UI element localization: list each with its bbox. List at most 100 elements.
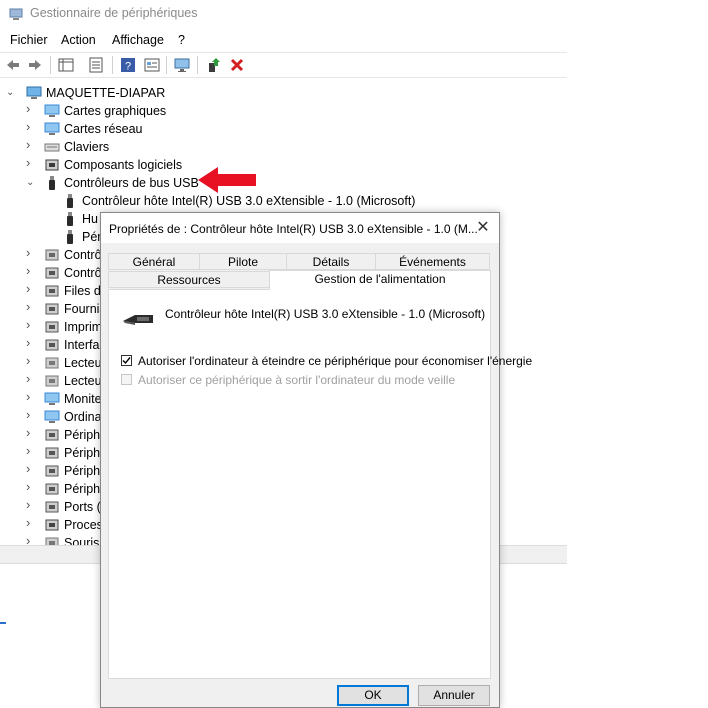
storage-controller-icon: [45, 267, 59, 279]
tree-item-label: Contrô: [64, 266, 102, 280]
help-icon[interactable]: ?: [120, 57, 136, 73]
menu-fichier[interactable]: Fichier: [10, 33, 48, 47]
chevron-right-icon[interactable]: ›: [26, 498, 34, 511]
toolbar: ?: [0, 52, 567, 78]
tree-item-label: Périph: [64, 464, 101, 478]
processor-icon: [45, 519, 59, 531]
menu-bar: Fichier Action Affichage ?: [0, 30, 567, 50]
chevron-right-icon[interactable]: ›: [26, 426, 34, 439]
software-component-icon: [45, 159, 59, 171]
chevron-right-icon[interactable]: ›: [26, 444, 34, 457]
scan-hardware-icon[interactable]: [174, 57, 190, 73]
computer-icon: [44, 410, 60, 423]
tree-item-label: Hu: [82, 212, 98, 226]
tree-item-label: Monite: [64, 392, 102, 406]
tree-item-label: Périph: [64, 482, 101, 496]
chevron-right-icon[interactable]: ›: [26, 408, 34, 421]
usb-icon: [49, 176, 55, 190]
mouse-icon: [45, 537, 59, 545]
tab-evenements[interactable]: Événements: [375, 253, 490, 270]
back-arrow-icon[interactable]: [5, 57, 21, 73]
tree-item-label: Pér: [82, 230, 102, 244]
chevron-right-icon[interactable]: ›: [26, 516, 34, 529]
menu-affichage[interactable]: Affichage: [112, 33, 164, 47]
chevron-right-icon[interactable]: ›: [26, 534, 34, 545]
chevron-right-icon[interactable]: ›: [26, 372, 34, 385]
chevron-right-icon[interactable]: ›: [26, 156, 34, 169]
chevron-right-icon[interactable]: ›: [26, 102, 34, 115]
chevron-right-icon[interactable]: ›: [26, 246, 34, 259]
tree-item-label: Périph: [64, 446, 101, 460]
tree-item-label: Composants logiciels: [64, 158, 183, 172]
tree-item-label: Contrôleurs de bus USB: [64, 176, 199, 190]
chevron-right-icon[interactable]: ›: [26, 138, 34, 151]
chevron-right-icon[interactable]: ›: [26, 318, 34, 331]
tree-item-label: Lecteu: [64, 374, 102, 388]
port-icon: [45, 501, 59, 513]
computer-icon: [26, 86, 42, 99]
chevron-right-icon[interactable]: ›: [26, 264, 34, 277]
memory-device-icon: [45, 483, 59, 495]
usb-plug-icon: [67, 194, 73, 208]
cancel-button[interactable]: Annuler: [418, 685, 490, 706]
forward-arrow-icon[interactable]: [27, 57, 43, 73]
toolbar-separator: [50, 56, 51, 74]
tree-item-label: Souris: [64, 536, 100, 545]
chevron-right-icon[interactable]: ›: [26, 300, 34, 313]
chevron-right-icon[interactable]: ›: [26, 480, 34, 493]
tree-item-label: Contrô: [64, 248, 102, 262]
update-driver-icon[interactable]: [206, 57, 222, 73]
tree-item-label: Cartes réseau: [64, 122, 143, 136]
device-manager-icon: [9, 8, 23, 20]
uninstall-icon[interactable]: [229, 57, 245, 73]
print-provider-icon: [45, 303, 59, 315]
chevron-right-icon[interactable]: ›: [26, 282, 34, 295]
hid-icon: [45, 339, 59, 351]
printer-icon: [45, 321, 59, 333]
usb-plug-icon: [67, 230, 73, 244]
usb-plug-icon: [67, 212, 73, 226]
audio-controller-icon: [45, 249, 59, 261]
tree-item-label: Claviers: [64, 140, 110, 154]
toolbar-separator: [166, 56, 167, 74]
checkmark-icon: [122, 357, 131, 365]
chevron-right-icon[interactable]: ›: [26, 462, 34, 475]
power-management-panel: [108, 289, 491, 679]
menu-action[interactable]: Action: [61, 33, 96, 47]
device-name: Contrôleur hôte Intel(R) USB 3.0 eXtensi…: [165, 307, 486, 321]
chevron-right-icon[interactable]: ›: [26, 354, 34, 367]
close-icon[interactable]: ✕: [471, 217, 495, 239]
tree-item-label: Cartes graphiques: [64, 104, 167, 118]
dialog-title-bar: Propriétés de : Contrôleur hôte Intel(R)…: [101, 213, 499, 243]
tab-pilote[interactable]: Pilote: [199, 253, 287, 270]
chevron-right-icon[interactable]: ›: [26, 120, 34, 133]
tree-item-label: Imprim: [64, 320, 103, 334]
menu-help[interactable]: ?: [178, 33, 185, 47]
chevron-right-icon[interactable]: ›: [26, 390, 34, 403]
option-allow-power-off-label: Autoriser l'ordinateur à éteindre ce pér…: [138, 354, 533, 368]
svg-text:?: ?: [125, 61, 131, 73]
usb-plug-icon: [123, 315, 153, 325]
ok-button[interactable]: OK: [337, 685, 409, 706]
checkbox-allow-wake: [121, 374, 132, 385]
properties-icon[interactable]: [88, 57, 104, 73]
chevron-right-icon[interactable]: ›: [26, 336, 34, 349]
tab-general[interactable]: Général: [108, 253, 200, 270]
disk-drive-icon: [45, 357, 59, 369]
print-queue-icon: [45, 285, 59, 297]
tab-details[interactable]: Détails: [286, 253, 376, 270]
tab-ressources[interactable]: Ressources: [108, 271, 270, 288]
tree-item-label: Files d': [64, 284, 104, 298]
properties-dialog: Propriétés de : Contrôleur hôte Intel(R)…: [100, 212, 532, 708]
view-icon[interactable]: [144, 57, 160, 73]
background-mark: [0, 622, 6, 624]
show-hide-tree-icon[interactable]: [58, 57, 74, 73]
chevron-down-icon[interactable]: ⌄: [6, 87, 14, 99]
software-device-icon: [45, 429, 59, 441]
dialog-title: Propriétés de : Contrôleur hôte Intel(R)…: [109, 222, 478, 236]
tab-gestion-alimentation[interactable]: Gestion de l'alimentation: [269, 270, 491, 290]
chevron-down-icon[interactable]: ⌄: [26, 177, 34, 189]
option-allow-wake-label: Autoriser ce périphérique à sortir l'ord…: [138, 373, 456, 387]
checkbox-allow-power-off[interactable]: [121, 355, 132, 366]
tree-root-label: MAQUETTE-DIAPAR: [46, 86, 166, 100]
